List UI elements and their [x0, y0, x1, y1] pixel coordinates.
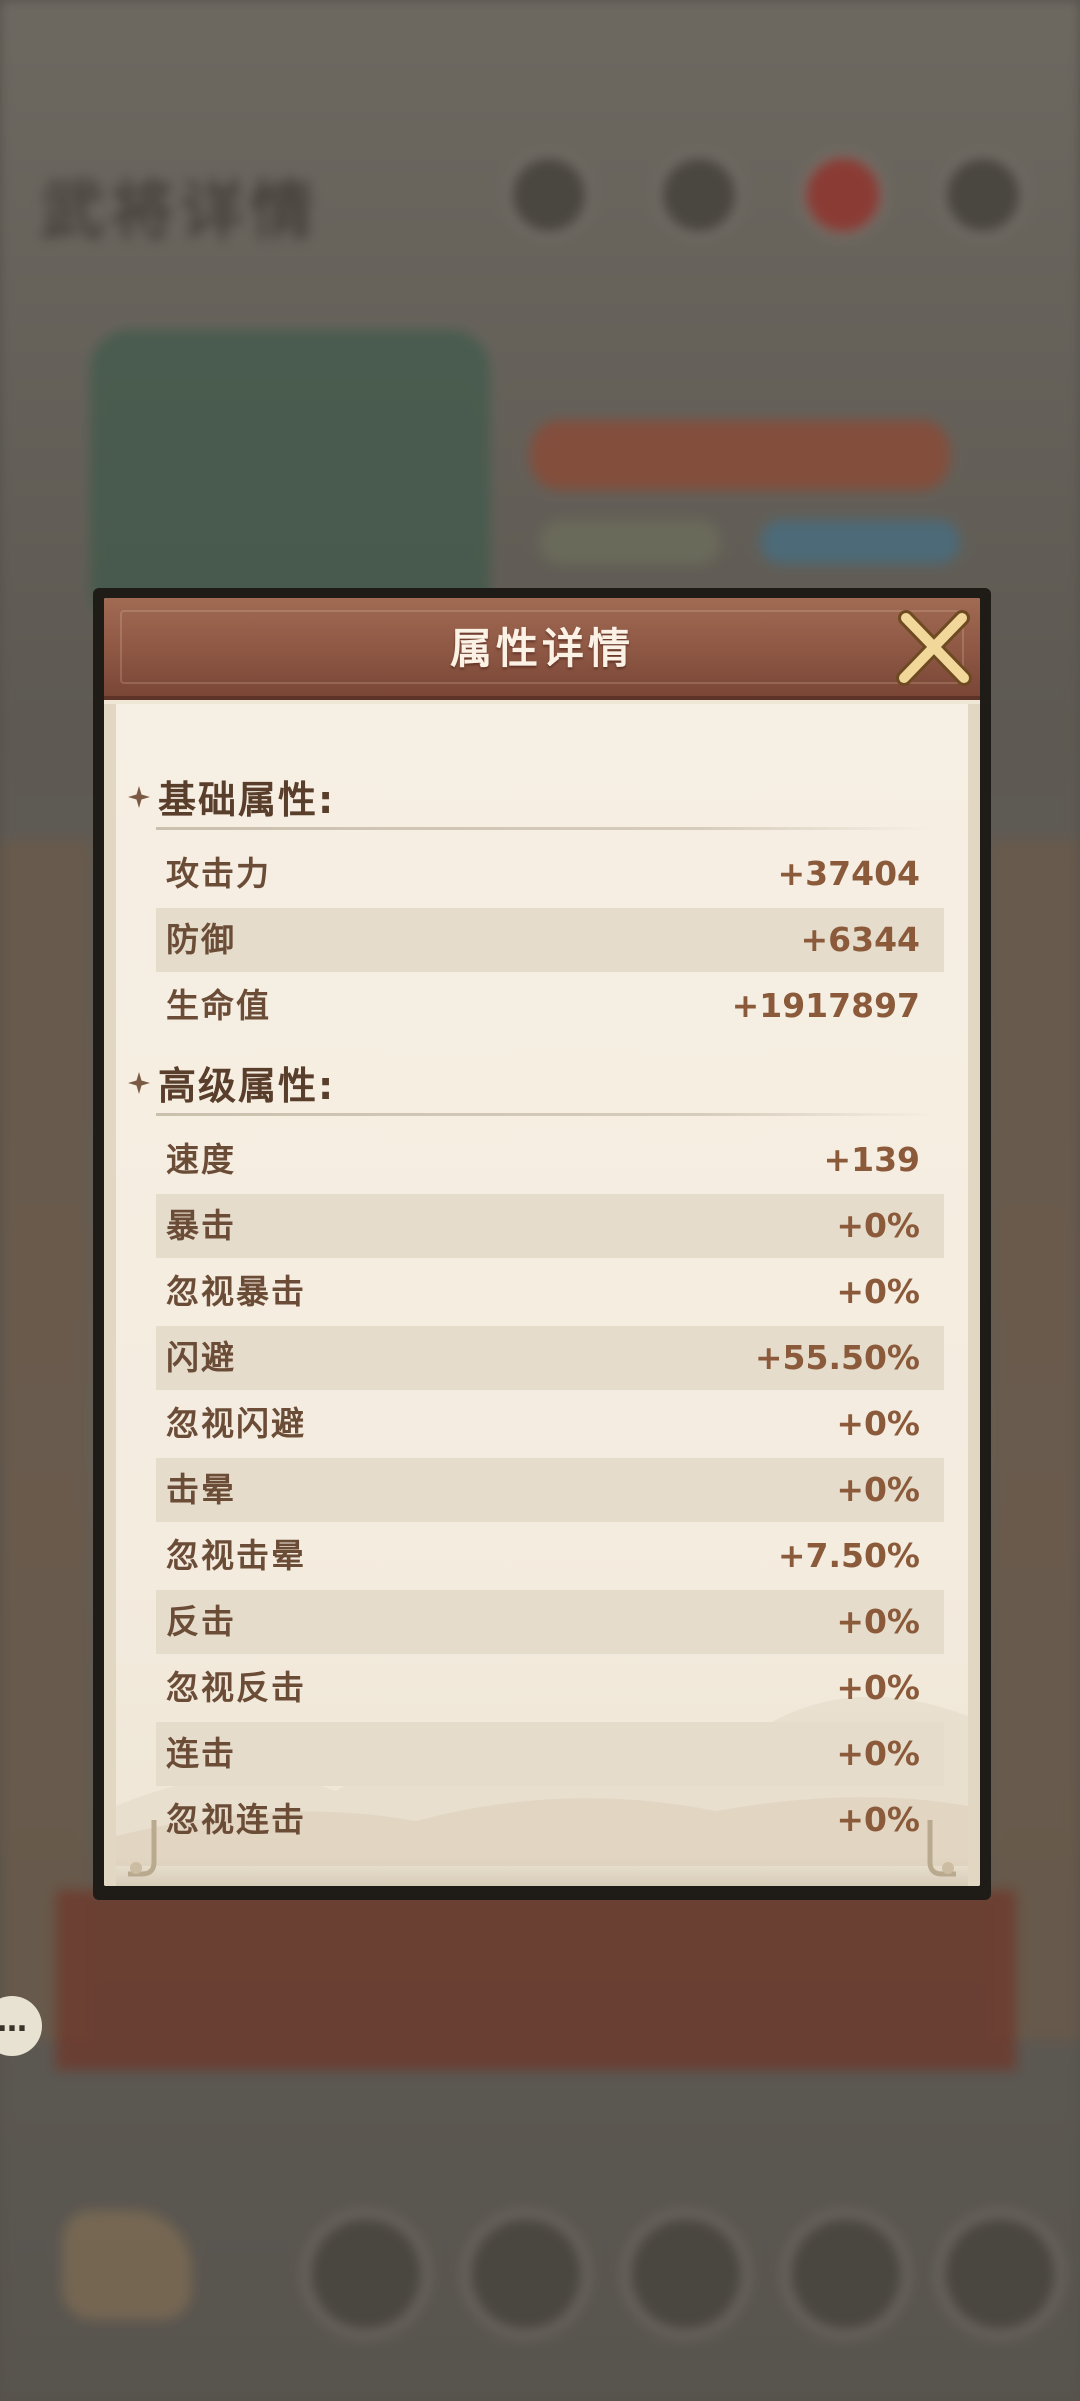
stat-value: +139: [823, 1140, 920, 1179]
background-icon: [800, 152, 886, 238]
background-character: [90, 330, 490, 630]
stat-value: +1917897: [731, 986, 920, 1025]
background-banner: [530, 420, 950, 490]
section-divider: [156, 1113, 932, 1116]
stat-name: 连击: [166, 1734, 236, 1773]
section-title: 基础属性:: [158, 778, 336, 822]
sparkle-icon: [128, 786, 150, 808]
stat-name: 忽视击晕: [166, 1536, 306, 1575]
sparkle-icon: [128, 1072, 150, 1094]
background-left-panel: [0, 840, 90, 2040]
section-title: 高级属性:: [158, 1064, 336, 1108]
stat-name: 速度: [166, 1140, 236, 1179]
section-header-basic: 基础属性:: [116, 770, 968, 830]
scroll-ornament-right-icon: [927, 1820, 956, 1877]
stat-row: 攻击力 +37404: [156, 842, 944, 906]
stat-value: +0%: [836, 1602, 920, 1641]
stat-row: 速度 +139: [156, 1128, 944, 1192]
stat-value: +0%: [836, 1668, 920, 1707]
stat-row: 忽视闪避 +0%: [156, 1392, 944, 1456]
stat-name: 忽视暴击: [166, 1272, 306, 1311]
stat-value: +0%: [836, 1470, 920, 1509]
background-icon: [656, 152, 742, 238]
dialog-bottom-rail: [116, 1856, 968, 1886]
stat-value: +6344: [800, 920, 921, 959]
stat-value: +0%: [836, 1206, 920, 1245]
stat-name: 反击: [166, 1602, 236, 1641]
background-equipment-row: [56, 1890, 1016, 2070]
stat-row: 忽视击晕 +7.50%: [156, 1524, 944, 1588]
scroll-ornament-left-icon: [128, 1820, 157, 1877]
background-icon: [940, 152, 1026, 238]
stat-row: 防御 +6344: [156, 908, 944, 972]
stat-name: 击晕: [166, 1470, 236, 1509]
close-button[interactable]: [888, 604, 978, 694]
background-nav-icon: [622, 2210, 750, 2338]
attribute-details-dialog: 属性详情 基础属性: 攻击力 +37404 防御 +6344 生命值 +1917…: [93, 588, 991, 1900]
stat-value: +7.50%: [777, 1536, 920, 1575]
stat-name: 生命值: [166, 986, 271, 1025]
stats-scroll-area[interactable]: 基础属性: 攻击力 +37404 防御 +6344 生命值 +1917897 高…: [116, 704, 968, 1836]
stat-row: 连击 +0%: [156, 1722, 944, 1786]
stat-name: 忽视连击: [166, 1800, 306, 1836]
stat-value: +0%: [836, 1272, 920, 1311]
background-nav-icon: [462, 2210, 590, 2338]
background-page-title: 武将详情: [40, 174, 320, 249]
stat-value: +55.50%: [754, 1338, 920, 1377]
stat-value: +0%: [836, 1734, 920, 1773]
background-back-arrow: [62, 2210, 192, 2320]
stat-row: 闪避 +55.50%: [156, 1326, 944, 1390]
background-tag: [760, 520, 960, 564]
close-x-icon: [896, 610, 972, 686]
dialog-title: 属性详情: [449, 624, 634, 673]
stat-row: 暴击 +0%: [156, 1194, 944, 1258]
background-tag: [540, 520, 720, 564]
stat-value: +0%: [836, 1404, 920, 1443]
stat-name: 闪避: [166, 1338, 236, 1377]
stat-row: 忽视暴击 +0%: [156, 1260, 944, 1324]
background-nav-icon: [782, 2210, 910, 2338]
dialog-body: 基础属性: 攻击力 +37404 防御 +6344 生命值 +1917897 高…: [104, 704, 980, 1886]
section-divider: [156, 827, 932, 830]
dialog-panel: 属性详情 基础属性: 攻击力 +37404 防御 +6344 生命值 +1917…: [104, 598, 980, 1886]
stat-row: 反击 +0%: [156, 1590, 944, 1654]
stat-name: 暴击: [166, 1206, 236, 1245]
background-nav-icon: [936, 2210, 1064, 2338]
section-header-advanced: 高级属性:: [116, 1056, 968, 1116]
stat-row: 击晕 +0%: [156, 1458, 944, 1522]
background-icon: [506, 152, 592, 238]
stat-value: +0%: [836, 1800, 920, 1836]
stat-row: 生命值 +1917897: [156, 974, 944, 1038]
stat-row: 忽视反击 +0%: [156, 1656, 944, 1720]
stat-name: 防御: [166, 920, 236, 959]
background-right-panel: [990, 840, 1080, 2040]
stat-name: 忽视反击: [166, 1668, 306, 1707]
stat-value: +37404: [777, 854, 920, 893]
stat-row: 忽视连击 +0%: [156, 1788, 944, 1836]
stat-name: 攻击力: [166, 854, 271, 893]
stat-name: 忽视闪避: [166, 1404, 306, 1443]
background-nav-icon: [302, 2210, 430, 2338]
